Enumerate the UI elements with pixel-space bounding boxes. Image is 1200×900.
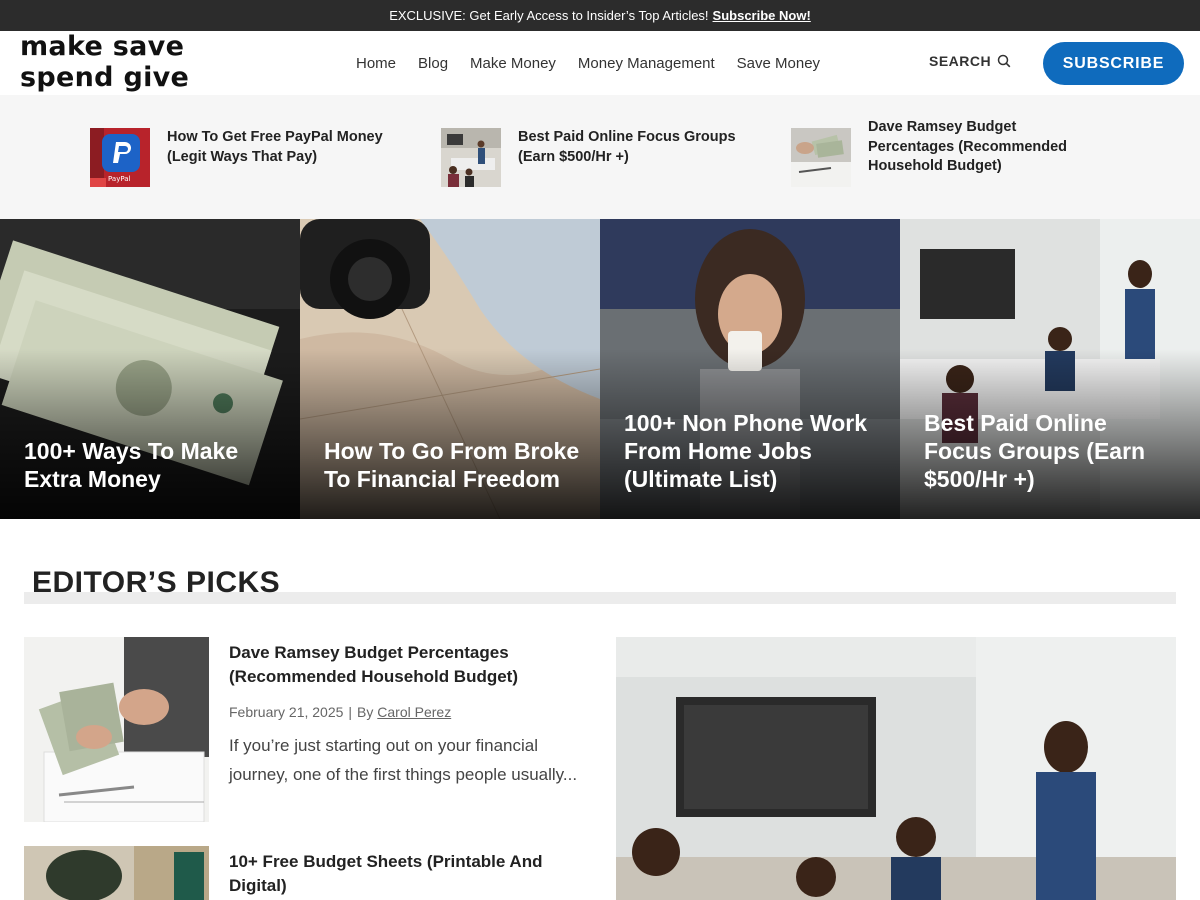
announcement-text: EXCLUSIVE: Get Early Access to Insider’s… (389, 8, 709, 23)
meta-separator: | (348, 704, 353, 720)
announcement-bar: EXCLUSIVE: Get Early Access to Insider’s… (0, 0, 1200, 31)
subscribe-button[interactable]: SUBSCRIBE (1043, 42, 1184, 85)
pick-date: February 21, 2025 (229, 704, 344, 720)
trending-item[interactable]: Best Paid Online Focus Groups (Earn $500… (441, 128, 761, 187)
by-label: By (357, 704, 374, 720)
featured-large-image[interactable] (616, 637, 1176, 900)
cash-counting-photo[interactable] (24, 637, 209, 822)
trending-title[interactable]: Best Paid Online Focus Groups (Earn $500… (518, 128, 761, 167)
nav-money-management[interactable]: Money Management (578, 55, 715, 72)
featured-title[interactable]: 100+ Ways To Make Extra Money (24, 437, 280, 493)
svg-text:PayPal: PayPal (108, 175, 131, 183)
featured-card[interactable]: How To Go From Broke To Financial Freedo… (300, 219, 600, 519)
card-gradient (300, 349, 600, 519)
pick-meta: February 21, 2025 | By Carol Perez (229, 704, 594, 720)
trending-item[interactable]: Dave Ramsey Budget Percentages (Recommen… (791, 119, 1091, 187)
budget-sheet-photo[interactable] (24, 846, 209, 900)
subscribe-now-link[interactable]: Subscribe Now! (713, 8, 811, 23)
featured-card[interactable]: 100+ Ways To Make Extra Money (0, 219, 300, 519)
author-link[interactable]: Carol Perez (377, 704, 451, 720)
pick-excerpt: If you’re just starting out on your fina… (229, 736, 578, 784)
editors-picks-heading: EDITOR’S PICKS (24, 562, 1176, 606)
meeting-photo (441, 128, 501, 187)
featured-card[interactable]: Best Paid Online Focus Groups (Earn $500… (900, 219, 1200, 519)
site-logo[interactable]: make save spend give (20, 31, 200, 95)
trending-item[interactable]: PayPal How To Get Free PayPal Money (Leg… (90, 128, 410, 187)
pick-title[interactable]: 10+ Free Budget Sheets (Printable And Di… (229, 850, 594, 897)
nav-blog[interactable]: Blog (418, 55, 448, 72)
logo-line-2: spend give (20, 62, 190, 93)
featured-title[interactable]: 100+ Non Phone Work From Home Jobs (Ulti… (624, 409, 880, 493)
featured-card[interactable]: 100+ Non Phone Work From Home Jobs (Ulti… (600, 219, 900, 519)
nav-save-money[interactable]: Save Money (737, 55, 820, 72)
search-button[interactable]: SEARCH (929, 53, 1011, 69)
nav-home[interactable]: Home (356, 55, 396, 72)
featured-title[interactable]: Best Paid Online Focus Groups (Earn $500… (924, 409, 1180, 493)
pick-title[interactable]: Dave Ramsey Budget Percentages (Recommen… (229, 641, 594, 688)
site-header: make save spend give Home Blog Make Mone… (0, 31, 1200, 95)
cash-photo (791, 128, 851, 187)
search-label: SEARCH (929, 53, 992, 69)
main-nav: Home Blog Make Money Money Management Sa… (345, 31, 831, 95)
card-gradient (0, 349, 300, 519)
pick-body: Dave Ramsey Budget Percentages (Recommen… (229, 641, 594, 789)
featured-grid: 100+ Ways To Make Extra Money How To Go … (0, 219, 1200, 519)
trending-title[interactable]: Dave Ramsey Budget Percentages (Recommen… (868, 118, 1091, 177)
trending-strip: PayPal How To Get Free PayPal Money (Leg… (0, 95, 1200, 219)
paypal-app-icon: PayPal (90, 128, 150, 187)
pick-body: 10+ Free Budget Sheets (Printable And Di… (229, 850, 594, 897)
logo-line-1: make save (20, 31, 185, 62)
featured-title[interactable]: How To Go From Broke To Financial Freedo… (324, 437, 580, 493)
search-icon (997, 54, 1011, 68)
pick-article: 10+ Free Budget Sheets (Printable And Di… (24, 846, 594, 900)
pick-article: Dave Ramsey Budget Percentages (Recommen… (24, 637, 594, 822)
section-title: EDITOR’S PICKS (32, 566, 281, 599)
trending-title[interactable]: How To Get Free PayPal Money (Legit Ways… (167, 128, 410, 167)
nav-make-money[interactable]: Make Money (470, 55, 556, 72)
